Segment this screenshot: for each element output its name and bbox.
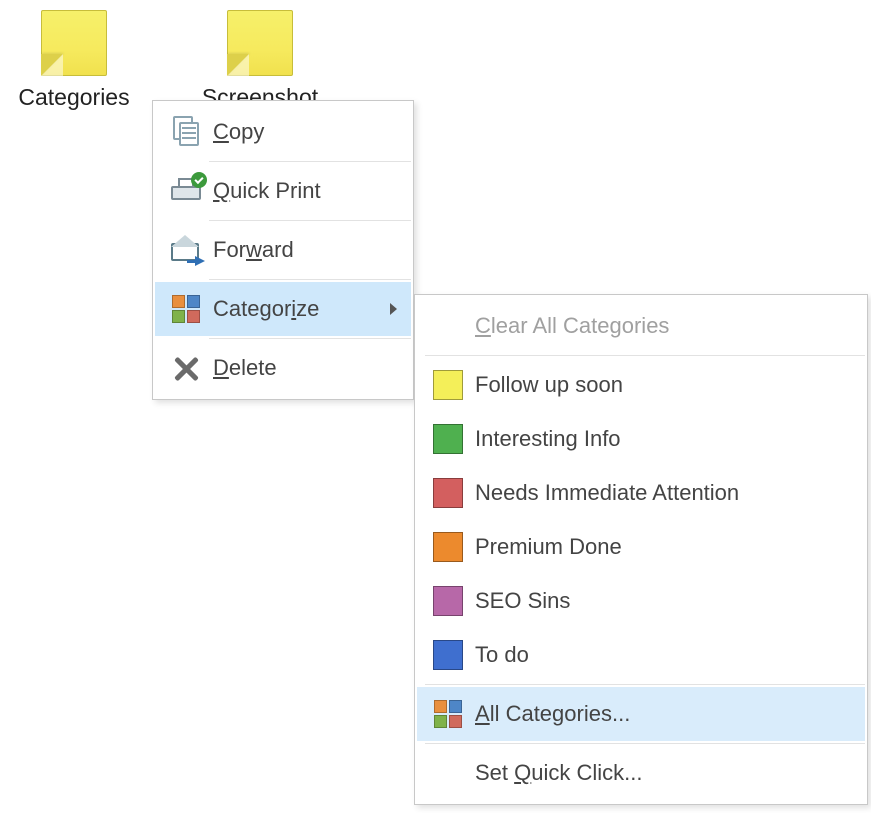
menu-item-clear-all-categories: Clear All Categories bbox=[417, 299, 865, 353]
menu-label: Quick Print bbox=[209, 178, 397, 204]
menu-label: Needs Immediate Attention bbox=[471, 480, 851, 506]
menu-separator bbox=[425, 684, 865, 685]
menu-item-category-follow-up-soon[interactable]: Follow up soon bbox=[417, 358, 865, 412]
note-item-screenshot[interactable]: Screenshot bbox=[190, 8, 330, 111]
menu-separator bbox=[209, 279, 411, 280]
copy-icon bbox=[171, 116, 201, 148]
menu-separator bbox=[209, 220, 411, 221]
submenu-arrow-icon bbox=[390, 303, 397, 315]
note-item-categories[interactable]: Categories bbox=[4, 8, 144, 111]
menu-item-all-categories[interactable]: All Categories... bbox=[417, 687, 865, 741]
menu-label: All Categories... bbox=[471, 701, 851, 727]
menu-label: To do bbox=[471, 642, 851, 668]
category-color-swatch bbox=[433, 640, 463, 670]
menu-label: Premium Done bbox=[471, 534, 851, 560]
delete-icon bbox=[173, 355, 199, 381]
menu-label: Forward bbox=[209, 237, 397, 263]
menu-item-category-to-do[interactable]: To do bbox=[417, 628, 865, 682]
categorize-icon bbox=[172, 295, 200, 323]
context-menu: Copy Quick Print Forward bbox=[152, 100, 414, 400]
category-color-swatch bbox=[433, 478, 463, 508]
sticky-note-icon bbox=[225, 8, 295, 78]
menu-item-category-interesting-info[interactable]: Interesting Info bbox=[417, 412, 865, 466]
menu-item-category-needs-immediate-attention[interactable]: Needs Immediate Attention bbox=[417, 466, 865, 520]
menu-separator bbox=[209, 338, 411, 339]
menu-item-category-premium-done[interactable]: Premium Done bbox=[417, 520, 865, 574]
menu-item-delete[interactable]: Delete bbox=[155, 341, 411, 395]
menu-item-set-quick-click[interactable]: Set Quick Click... bbox=[417, 746, 865, 800]
printer-icon bbox=[169, 176, 203, 206]
menu-item-category-seo-sins[interactable]: SEO Sins bbox=[417, 574, 865, 628]
sticky-note-icon bbox=[39, 8, 109, 78]
menu-label: Copy bbox=[209, 119, 397, 145]
category-color-swatch bbox=[433, 424, 463, 454]
forward-icon bbox=[169, 237, 203, 263]
menu-label: Clear All Categories bbox=[471, 313, 851, 339]
note-label: Categories bbox=[4, 84, 144, 111]
menu-label: Categorize bbox=[209, 296, 372, 322]
category-color-swatch bbox=[433, 532, 463, 562]
menu-label: Follow up soon bbox=[471, 372, 851, 398]
category-color-swatch bbox=[433, 586, 463, 616]
menu-item-copy[interactable]: Copy bbox=[155, 105, 411, 159]
menu-item-categorize[interactable]: Categorize bbox=[155, 282, 411, 336]
categorize-submenu: Clear All Categories Follow up soon Inte… bbox=[414, 294, 868, 805]
menu-item-quick-print[interactable]: Quick Print bbox=[155, 164, 411, 218]
categorize-icon bbox=[434, 700, 462, 728]
category-color-swatch bbox=[433, 370, 463, 400]
menu-label: Interesting Info bbox=[471, 426, 851, 452]
menu-separator bbox=[425, 355, 865, 356]
menu-separator bbox=[209, 161, 411, 162]
menu-label: SEO Sins bbox=[471, 588, 851, 614]
menu-separator bbox=[425, 743, 865, 744]
menu-label: Set Quick Click... bbox=[471, 760, 851, 786]
menu-item-forward[interactable]: Forward bbox=[155, 223, 411, 277]
menu-label: Delete bbox=[209, 355, 397, 381]
